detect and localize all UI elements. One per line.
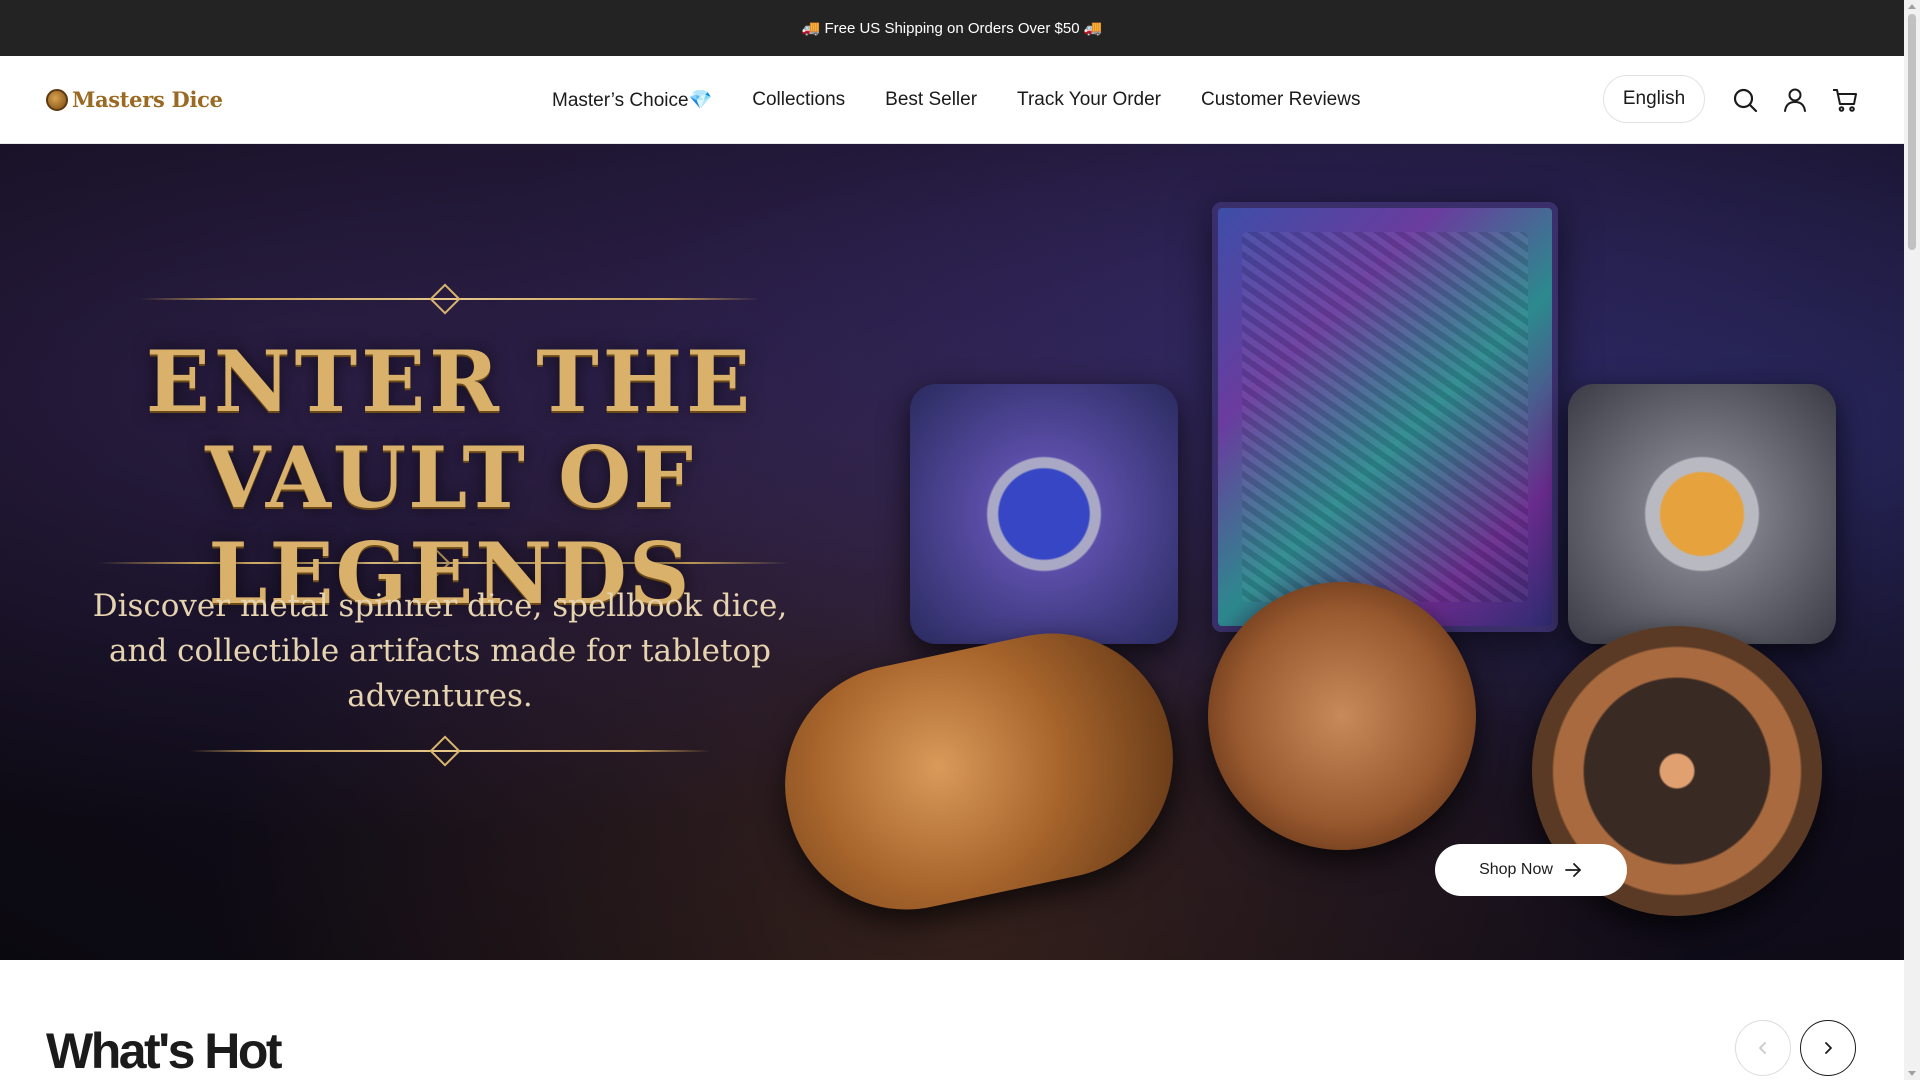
truck-icon: 🚚 [1083,20,1103,37]
shop-now-label: Shop Now [1479,861,1553,878]
announcement-text: Free US Shipping on Orders Over $50 [824,19,1080,37]
chevron-left-icon [1759,1042,1766,1054]
nav-item-masters-choice[interactable]: Master’s Choice💎 [552,88,712,112]
chevron-right-icon [1825,1042,1832,1054]
section-title: What's Hot [46,1023,283,1079]
page-scrollbar[interactable] [1904,0,1920,1080]
nav-item-track-order[interactable]: Track Your Order [1017,89,1161,111]
hero-subtitle: Discover metal spinner dice, spellbook d… [92,588,788,714]
hero-banner[interactable]: ENTER THE VAULT OF LEGENDS Discover meta… [0,144,1904,960]
account-icon[interactable] [1781,86,1809,114]
hero-title-line-1: ENTER THE [145,332,755,431]
nav-item-collections[interactable]: Collections [752,89,845,111]
main-nav: Master’s Choice💎 Collections Best Seller… [552,56,1360,144]
scroll-down-arrow-icon[interactable] [1908,1071,1916,1076]
nav-item-customer-reviews[interactable]: Customer Reviews [1201,89,1360,111]
scrollbar-thumb[interactable] [1908,14,1916,250]
logo[interactable]: Masters Dice [46,87,223,112]
announcement-bar: 🚚 Free US Shipping on Orders Over $50 🚚 [0,0,1904,56]
cart-icon[interactable] [1831,86,1859,114]
language-selector[interactable]: English [1603,75,1705,123]
scroll-up-arrow-icon[interactable] [1908,4,1916,9]
search-icon[interactable] [1731,86,1759,114]
hero-title: ENTER THE VAULT OF LEGENDS [10,334,890,622]
site-header: Masters Dice Master’s Choice💎 Collection… [0,56,1904,144]
arrow-right-icon [1565,863,1581,877]
spellbook-dice-case-image [1212,202,1558,632]
shop-now-button[interactable]: Shop Now [1435,844,1627,896]
dragon-coin-image [1208,582,1476,850]
logo-mark-icon [46,88,68,111]
truck-icon: 🚚 [801,20,821,37]
carousel-next-button[interactable] [1800,1020,1856,1076]
logo-text: Masters Dice [72,87,223,112]
blue-spinner-dice-image [910,384,1178,644]
silver-gold-spinner-dice-image [1568,384,1836,644]
carousel-prev-button[interactable] [1735,1020,1791,1076]
nav-item-best-seller[interactable]: Best Seller [885,89,977,111]
